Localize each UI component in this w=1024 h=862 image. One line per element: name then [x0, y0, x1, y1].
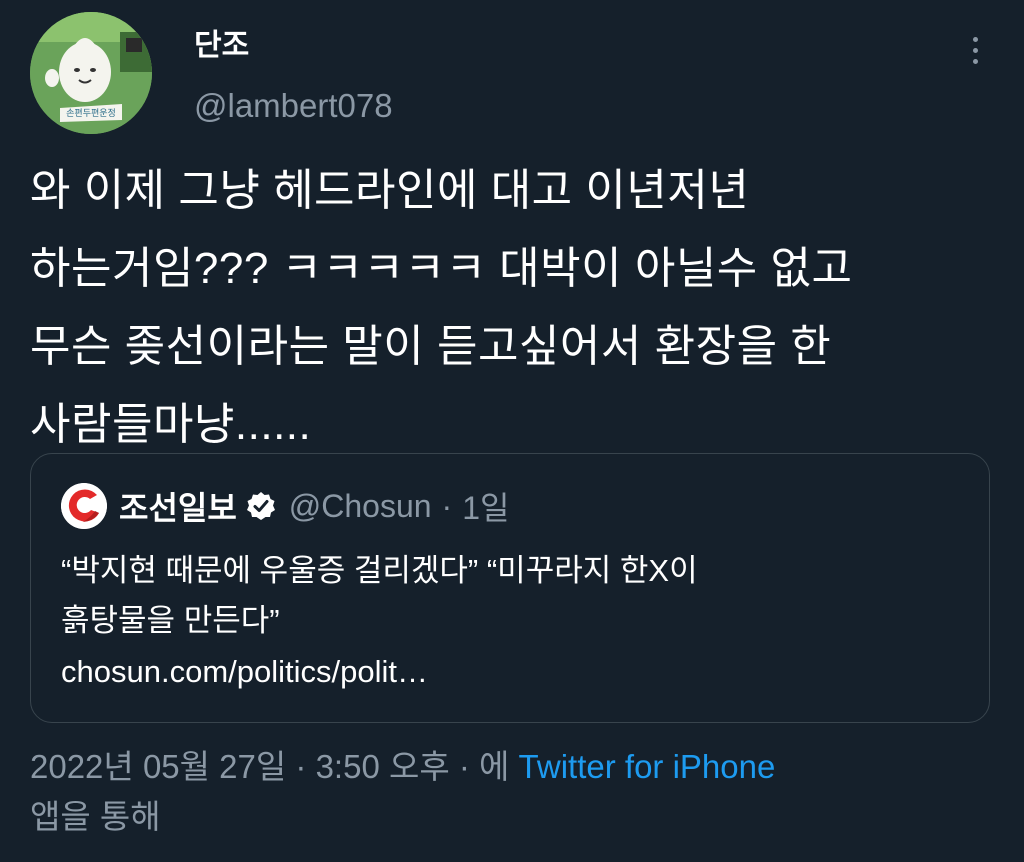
more-vertical-icon-dot	[972, 58, 978, 64]
quoted-tweet-card[interactable]: 조선일보 @Chosun · 1일 “박지현 때문에 우울증 걸리겠다” “미꾸…	[30, 453, 990, 723]
quoted-tweet-body-line: “박지현 때문에 우울증 걸리겠다” “미꾸라지 한X이	[61, 553, 698, 588]
avatar-image: 손편두편운정	[30, 12, 152, 134]
tweet-text-line: 무슨 좆선이라는 말이 듣고싶어서 환장을 한	[30, 322, 832, 371]
chosun-logo-icon	[61, 483, 107, 529]
avatar[interactable]: 손편두편운정	[30, 12, 152, 134]
quoted-tweet-handle: @Chosun	[288, 487, 432, 524]
tweet-source-suffix: 앱을 통해	[30, 798, 161, 835]
more-vertical-icon-dot	[972, 47, 978, 53]
more-vertical-icon	[972, 36, 978, 42]
quoted-tweet-link[interactable]: chosun.com/politics/polit…	[61, 650, 428, 694]
tweet-text: 와 이제 그냥 헤드라인에 대고 이년저년 하는거임??? ㅋㅋㅋㅋㅋ 대박이 …	[30, 152, 980, 464]
tweet-meta: 2022년 05월 27일 · 3:50 오후 · 에 Twitter for …	[30, 742, 990, 842]
quoted-tweet-separator: ·	[441, 487, 453, 524]
author-handle[interactable]: @lambert078	[194, 84, 393, 128]
tweet-timestamp[interactable]: 2022년 05월 27일 · 3:50 오후 · 에	[30, 748, 509, 785]
verified-badge-icon	[245, 490, 277, 522]
quoted-tweet-name: 조선일보	[119, 490, 237, 526]
tweet-text-line: 와 이제 그냥 헤드라인에 대고 이년저년	[30, 166, 750, 215]
avatar-caption: 손편두편운정	[66, 107, 116, 119]
tweet-text-line: 하는거임??? ㅋㅋㅋㅋㅋ 대박이 아닐수 없고	[30, 244, 853, 293]
author-display-name[interactable]: 단조	[194, 26, 249, 66]
more-options-button[interactable]	[958, 30, 992, 70]
quoted-tweet-body: “박지현 때문에 우울증 걸리겠다” “미꾸라지 한X이 흙탕물을 만든다”	[61, 546, 961, 646]
tweet-source-link[interactable]: Twitter for iPhone	[519, 748, 776, 785]
quoted-tweet-time: 1일	[462, 490, 510, 526]
quoted-tweet-body-line: 흙탕물을 만든다”	[61, 603, 280, 638]
tweet-meta-line: 2022년 05월 27일 · 3:50 오후 · 에 Twitter for …	[30, 742, 990, 792]
quoted-tweet-header: 조선일보 @Chosun · 1일	[61, 482, 509, 530]
